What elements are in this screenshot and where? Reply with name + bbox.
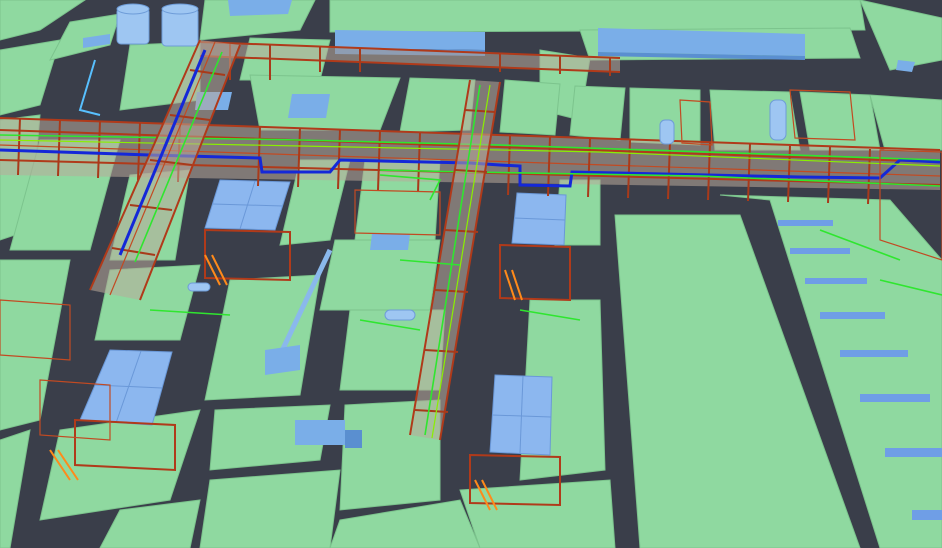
plant-model-scene xyxy=(0,0,942,548)
